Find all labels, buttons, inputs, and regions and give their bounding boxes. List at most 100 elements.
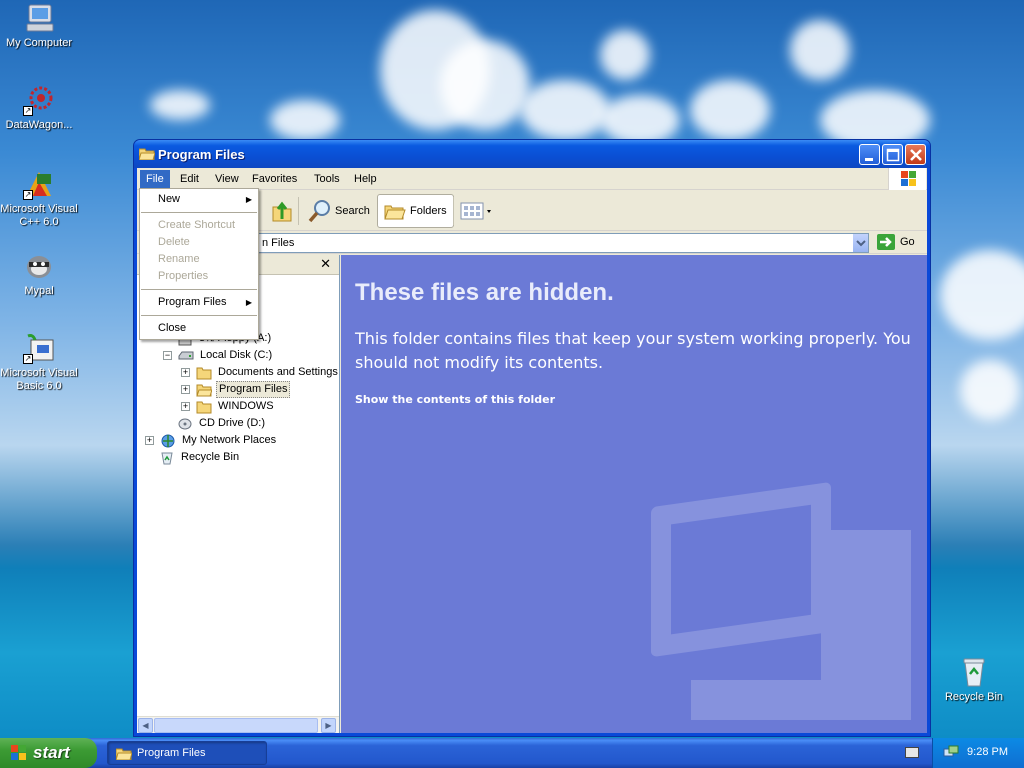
go-label: Go [900, 236, 915, 248]
folders-label: Folders [410, 205, 447, 217]
search-button[interactable]: Search [307, 194, 370, 228]
menu-separator [141, 289, 257, 290]
cloud [520, 80, 610, 140]
menu-file[interactable]: File [140, 170, 170, 188]
recycle-bin-icon [958, 656, 990, 688]
tree-item-label: CD Drive (D:) [199, 417, 265, 429]
tree-item-label: My Network Places [182, 434, 277, 446]
tree-item-windows[interactable]: + WINDOWS [181, 398, 276, 415]
file-menu-dropdown: New ▶ Create Shortcut Delete Rename Prope… [139, 188, 259, 340]
desktop-icon-my-computer[interactable]: My Computer [0, 2, 81, 50]
mypal-icon [23, 250, 55, 282]
address-dropdown-button[interactable] [852, 234, 868, 252]
tree-item-cd-drive[interactable]: CD Drive (D:) [177, 415, 267, 432]
submenu-arrow-icon: ▶ [245, 298, 252, 307]
toolbar-separator [453, 197, 454, 225]
menu-favorites[interactable]: Favorites [246, 170, 303, 188]
menu-separator [141, 212, 257, 213]
windows-logo-icon [10, 744, 28, 762]
menu-bar: File Edit View Favorites Tools Help [137, 168, 927, 190]
desktop-icon-visual-cpp[interactable]: ↗ Microsoft Visual C++ 6.0 [0, 168, 81, 229]
visual-basic-icon: ↗ [23, 332, 55, 364]
file-menu-rename: Rename [158, 253, 200, 265]
hidden-files-heading: These files are hidden. [355, 279, 614, 306]
taskbar: start Program Files 9:28 PM [0, 738, 1024, 768]
menu-edit[interactable]: Edit [174, 170, 205, 188]
folder-icon [116, 748, 132, 760]
start-button[interactable]: start [0, 738, 97, 768]
scroll-thumb[interactable] [154, 718, 318, 733]
shortcut-arrow-icon: ↗ [23, 354, 33, 364]
computer-watermark-icon [651, 482, 911, 720]
datawagon-icon: ↗ [23, 84, 55, 116]
file-menu-program-files[interactable]: Program Files ▶ [140, 294, 258, 311]
tree-item-program-files[interactable]: + Program Files [181, 381, 291, 398]
expand-icon[interactable]: + [181, 402, 190, 411]
shortcut-arrow-icon: ↗ [23, 106, 33, 116]
tree-item-label: Documents and Settings [218, 366, 338, 378]
address-input[interactable]: n Files [257, 233, 869, 253]
go-arrow-icon [877, 234, 895, 250]
cloud [600, 30, 650, 80]
file-menu-close[interactable]: Close [140, 320, 258, 337]
menu-view[interactable]: View [209, 170, 245, 188]
close-button[interactable] [905, 144, 926, 165]
collapse-icon[interactable]: − [163, 351, 172, 360]
close-icon[interactable]: ✕ [320, 257, 331, 272]
disk-icon [178, 349, 194, 363]
taskbar-item-program-files[interactable]: Program Files [107, 741, 267, 765]
desktop-icon-label: Microsoft Visual C++ 6.0 [0, 203, 78, 228]
address-value: n Files [262, 237, 295, 249]
search-icon [308, 200, 330, 223]
cloud [790, 20, 850, 80]
menu-item-label: Program Files [158, 296, 227, 308]
tree-item-documents-and-settings[interactable]: + Documents and Settings [181, 364, 340, 381]
menu-tools[interactable]: Tools [308, 170, 346, 188]
views-icon [460, 202, 491, 220]
clock[interactable]: 9:28 PM [967, 746, 1008, 758]
desktop-icon-datawagon[interactable]: ↗ DataWagon... [0, 84, 81, 132]
horizontal-scrollbar[interactable]: ◀ ▶ [137, 716, 339, 733]
folders-icon [384, 205, 406, 220]
desktop-icon-recycle-bin[interactable]: Recycle Bin [932, 656, 1016, 704]
desktop-icon-visual-basic[interactable]: ↗ Microsoft Visual Basic 6.0 [0, 332, 81, 393]
expand-icon[interactable]: + [181, 368, 190, 377]
go-button[interactable]: Go [877, 234, 915, 250]
views-button[interactable] [459, 194, 493, 228]
maximize-button[interactable] [882, 144, 903, 165]
tree-item-label: Recycle Bin [181, 451, 240, 463]
scroll-left-button[interactable]: ◀ [138, 718, 153, 733]
system-tray: 9:28 PM [932, 738, 1024, 768]
menu-item-label: New [158, 193, 181, 205]
network-tray-icon[interactable] [943, 745, 959, 761]
hidden-files-message: This folder contains files that keep you… [355, 329, 911, 372]
minimize-button[interactable] [859, 144, 880, 165]
cloud [690, 80, 770, 140]
scroll-right-button[interactable]: ▶ [321, 718, 336, 733]
desktop-icon-label: Microsoft Visual Basic 6.0 [0, 367, 78, 392]
up-folder-icon [272, 201, 292, 222]
folders-button[interactable]: Folders [377, 194, 454, 228]
up-folder-button[interactable] [270, 194, 294, 228]
desktop-icon-label: Recycle Bin [944, 691, 1004, 703]
taskbar-item-label: Program Files [137, 747, 206, 759]
menu-help[interactable]: Help [348, 170, 383, 188]
keyboard-icon[interactable] [905, 747, 919, 758]
file-menu-create-shortcut: Create Shortcut [158, 219, 236, 231]
tree-item-recycle-bin[interactable]: Recycle Bin [159, 449, 241, 466]
title-bar[interactable]: Program Files [134, 140, 930, 168]
folder-open-icon [196, 383, 213, 397]
tree-item-my-network-places[interactable]: + My Network Places [145, 432, 278, 449]
expand-icon[interactable]: + [181, 385, 190, 394]
desktop-icon-mypal[interactable]: Mypal [0, 250, 81, 298]
show-contents-link[interactable]: Show the contents of this folder [355, 393, 555, 406]
submenu-arrow-icon: ▶ [245, 195, 252, 204]
menu-separator [141, 315, 257, 316]
tree-item-local-disk[interactable]: − Local Disk (C:) [163, 347, 274, 364]
cloud [440, 40, 530, 130]
folder-icon [138, 147, 156, 161]
expand-icon[interactable]: + [145, 436, 154, 445]
content-pane: These files are hidden. This folder cont… [341, 255, 927, 733]
file-menu-properties: Properties [158, 270, 209, 282]
file-menu-new[interactable]: New ▶ [140, 191, 258, 208]
